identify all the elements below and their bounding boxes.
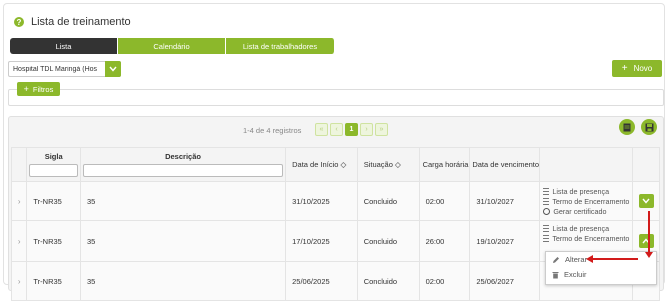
cell-descricao: 35 bbox=[79, 220, 287, 262]
col-situacao-label: Situação bbox=[363, 160, 393, 169]
page-header: ? Lista de treinamento bbox=[14, 16, 131, 28]
edit-menu-label: Alterar bbox=[565, 255, 588, 264]
page-title: Lista de treinamento bbox=[31, 16, 131, 28]
col-descricao-label: Descrição bbox=[165, 152, 201, 161]
unit-select-value: Hospital TDL Maringá (Hos bbox=[13, 65, 98, 73]
closure-term-label: Termo de Encerramento bbox=[552, 196, 630, 206]
annotation-line bbox=[592, 258, 638, 260]
filters-button[interactable]: + Filtros bbox=[17, 82, 60, 96]
closure-term-label: Termo de Encerramento bbox=[552, 233, 630, 243]
col-sigla: Sigla bbox=[26, 147, 81, 182]
generate-certificate-label: Gerar certificado bbox=[553, 206, 607, 216]
table-row[interactable]: › Tr-NR35 35 31/10/2025 Concluido 02:00 … bbox=[10, 181, 660, 221]
delete-menu-item[interactable]: Excluir bbox=[546, 267, 656, 282]
cell-sigla: Tr-NR35 bbox=[26, 220, 81, 262]
list-icon bbox=[543, 224, 550, 232]
plus-icon: + bbox=[621, 63, 628, 74]
sigla-filter-input[interactable] bbox=[29, 164, 78, 177]
cell-descricao: 35 bbox=[79, 261, 287, 301]
unit-select[interactable]: Hospital TDL Maringá (Hos bbox=[8, 61, 121, 77]
pencil-icon bbox=[553, 256, 559, 263]
col-data-inicio-label: Data de Início bbox=[292, 160, 339, 169]
col-descricao: Descrição bbox=[79, 147, 287, 182]
print-icon[interactable] bbox=[619, 119, 635, 135]
annotation-arrow-down-icon bbox=[645, 252, 653, 258]
annotation-arrow-left-icon bbox=[586, 255, 593, 263]
tab-lista[interactable]: Lista bbox=[10, 38, 118, 54]
tab-lista-trabalhadores[interactable]: Lista de trabalhadores bbox=[226, 38, 335, 54]
row-dropdown-menu: Alterar Excluir bbox=[545, 251, 657, 285]
descricao-filter-input[interactable] bbox=[82, 164, 284, 177]
next-page-icon[interactable]: › bbox=[360, 123, 373, 136]
cell-descricao: 35 bbox=[79, 181, 287, 221]
row-actions: Lista de presença Termo de Encerramento … bbox=[539, 181, 634, 221]
view-tabs: Lista Calendário Lista de trabalhadores bbox=[10, 38, 335, 54]
pagination: « ‹ 1 › » bbox=[315, 123, 388, 136]
new-button-label: Novo bbox=[633, 64, 653, 73]
sort-icon[interactable]: ◇ bbox=[341, 160, 347, 169]
row-menu-cell bbox=[632, 181, 660, 221]
expand-row-icon[interactable]: › bbox=[10, 261, 28, 301]
col-carga-horaria: Carga horária bbox=[418, 147, 471, 182]
presence-list-label: Lista de presença bbox=[552, 186, 610, 196]
circle-icon bbox=[543, 207, 551, 215]
cell-data-inicio: 31/10/2025 bbox=[285, 181, 358, 221]
col-data-vencimento: Data de vencimento bbox=[469, 147, 541, 182]
list-icon bbox=[543, 187, 550, 195]
col-situacao[interactable]: Situação ◇ bbox=[356, 147, 420, 182]
help-icon[interactable]: ? bbox=[14, 17, 24, 27]
chevron-down-icon bbox=[642, 198, 650, 204]
trash-icon bbox=[552, 271, 559, 278]
row-menu-button[interactable] bbox=[638, 194, 654, 208]
cell-situacao: Concluido bbox=[356, 220, 420, 262]
cell-vencimento: 19/10/2027 bbox=[469, 220, 541, 262]
annotation-line bbox=[648, 211, 650, 255]
cell-vencimento: 31/10/2027 bbox=[469, 181, 541, 221]
actions-header bbox=[539, 147, 634, 182]
cell-carga: 02:00 bbox=[418, 181, 471, 221]
cell-data-inicio: 17/10/2025 bbox=[285, 220, 358, 262]
cell-carga: 02:00 bbox=[418, 261, 471, 301]
closure-term-link[interactable]: Termo de Encerramento bbox=[543, 233, 632, 243]
presence-list-link[interactable]: Lista de presença bbox=[543, 186, 632, 196]
col-data-inicio[interactable]: Data de Início ◇ bbox=[285, 147, 358, 182]
presence-list-link[interactable]: Lista de presença bbox=[543, 223, 632, 233]
presence-list-label: Lista de presença bbox=[552, 223, 610, 233]
col-sigla-label: Sigla bbox=[44, 152, 63, 161]
last-page-icon[interactable]: » bbox=[375, 123, 388, 136]
closure-term-link[interactable]: Termo de Encerramento bbox=[543, 196, 632, 206]
cell-carga: 26:00 bbox=[418, 220, 471, 262]
records-count: 1-4 de 4 registros bbox=[243, 126, 302, 135]
page-current[interactable]: 1 bbox=[345, 123, 358, 136]
sort-icon[interactable]: ◇ bbox=[395, 160, 401, 169]
row-menu-button[interactable] bbox=[638, 234, 654, 248]
first-page-icon[interactable]: « bbox=[315, 123, 328, 136]
cell-sigla: Tr-NR35 bbox=[26, 181, 81, 221]
menu-header bbox=[632, 147, 660, 182]
plus-icon: + bbox=[23, 84, 29, 94]
delete-menu-label: Excluir bbox=[564, 270, 587, 279]
generate-certificate-link[interactable]: Gerar certificado bbox=[543, 206, 632, 216]
cell-situacao: Concluido bbox=[356, 181, 420, 221]
list-icon bbox=[543, 234, 550, 242]
chevron-down-icon[interactable] bbox=[105, 61, 121, 77]
cell-situacao: Concluido bbox=[356, 261, 420, 301]
filters-panel bbox=[8, 89, 664, 106]
expand-row-icon[interactable]: › bbox=[10, 181, 28, 221]
tab-calendario[interactable]: Calendário bbox=[118, 38, 226, 54]
cell-vencimento: 25/06/2027 bbox=[469, 261, 541, 301]
table-header-row: Sigla Descrição Data de Início ◇ Situaçã… bbox=[10, 147, 660, 182]
filters-button-label: Filtros bbox=[32, 84, 54, 94]
cell-data-inicio: 25/06/2025 bbox=[285, 261, 358, 301]
prev-page-icon[interactable]: ‹ bbox=[330, 123, 343, 136]
edit-menu-item[interactable]: Alterar bbox=[546, 252, 656, 267]
cell-sigla: Tr-NR35 bbox=[26, 261, 81, 301]
save-icon[interactable] bbox=[641, 119, 657, 135]
expand-row-icon[interactable]: › bbox=[10, 220, 28, 262]
expand-header bbox=[10, 147, 28, 182]
list-icon bbox=[543, 197, 550, 205]
new-button[interactable]: + Novo bbox=[612, 60, 662, 77]
